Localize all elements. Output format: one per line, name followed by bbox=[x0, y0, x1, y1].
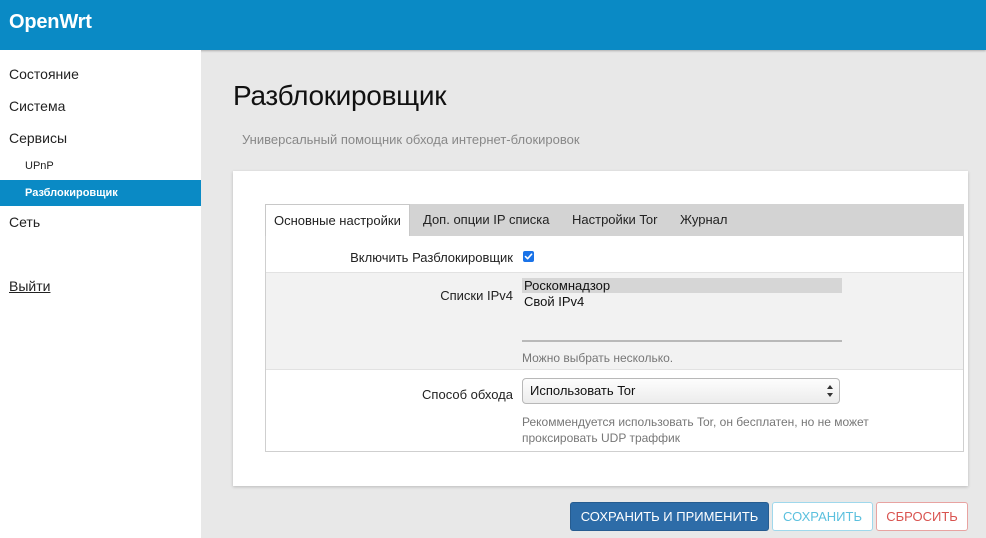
bypass-label: Способ обхода bbox=[422, 387, 513, 402]
tab-tor-settings[interactable]: Настройки Tor bbox=[564, 204, 665, 236]
sidebar-item-services[interactable]: Сервисы bbox=[0, 125, 201, 151]
tab-bar: Основные настройки Доп. опции IP списка … bbox=[265, 204, 964, 237]
sidebar-item-upnp[interactable]: UPnP bbox=[0, 153, 201, 179]
tab-ip-list-options[interactable]: Доп. опции IP списка bbox=[415, 204, 557, 236]
save-apply-button[interactable]: СОХРАНИТЬ И ПРИМЕНИТЬ bbox=[570, 502, 769, 531]
sidebar-item-unblocker[interactable]: Разблокировщик bbox=[0, 180, 201, 206]
option-roskomnadzor[interactable]: Роскомнадзор bbox=[522, 278, 842, 293]
page-description: Универсальный помощник обхода интернет-б… bbox=[242, 132, 580, 147]
ipv4-lists-select[interactable]: Роскомнадзор Свой IPv4 bbox=[522, 278, 842, 342]
header-bar: OpenWrt bbox=[0, 0, 986, 50]
bypass-method-value: Использовать Tor bbox=[530, 383, 636, 398]
bypass-method-select[interactable]: Использовать Tor bbox=[522, 378, 840, 404]
save-button[interactable]: СОХРАНИТЬ bbox=[772, 502, 873, 531]
tab-basic-settings[interactable]: Основные настройки bbox=[265, 204, 410, 237]
reset-button[interactable]: СБРОСИТЬ bbox=[876, 502, 968, 531]
bypass-hint-line2: проксировать UDP траффик bbox=[522, 431, 681, 445]
page-title: Разблокировщик bbox=[233, 80, 447, 111]
ipv4-lists-label: Списки IPv4 bbox=[440, 288, 513, 303]
sidebar-item-network[interactable]: Сеть bbox=[0, 209, 201, 235]
sidebar: Состояние Система Сервисы UPnP Разблокир… bbox=[0, 50, 201, 538]
brand-logo[interactable]: OpenWrt bbox=[9, 11, 92, 34]
logout-link[interactable]: Выйти bbox=[0, 273, 201, 299]
check-icon bbox=[524, 253, 533, 260]
option-own-ipv4[interactable]: Свой IPv4 bbox=[522, 294, 842, 309]
sidebar-item-status[interactable]: Состояние bbox=[0, 61, 201, 87]
ipv4-lists-hint: Можно выбрать несколько. bbox=[522, 351, 674, 365]
select-arrows-icon bbox=[827, 385, 833, 397]
sidebar-item-system[interactable]: Система bbox=[0, 93, 201, 119]
enable-checkbox[interactable] bbox=[523, 251, 534, 262]
enable-label: Включить Разблокировщик bbox=[350, 250, 513, 265]
bypass-hint-line1: Рекоммендуется использовать Tor, он бесп… bbox=[522, 415, 869, 429]
tab-log[interactable]: Журнал bbox=[672, 204, 735, 236]
